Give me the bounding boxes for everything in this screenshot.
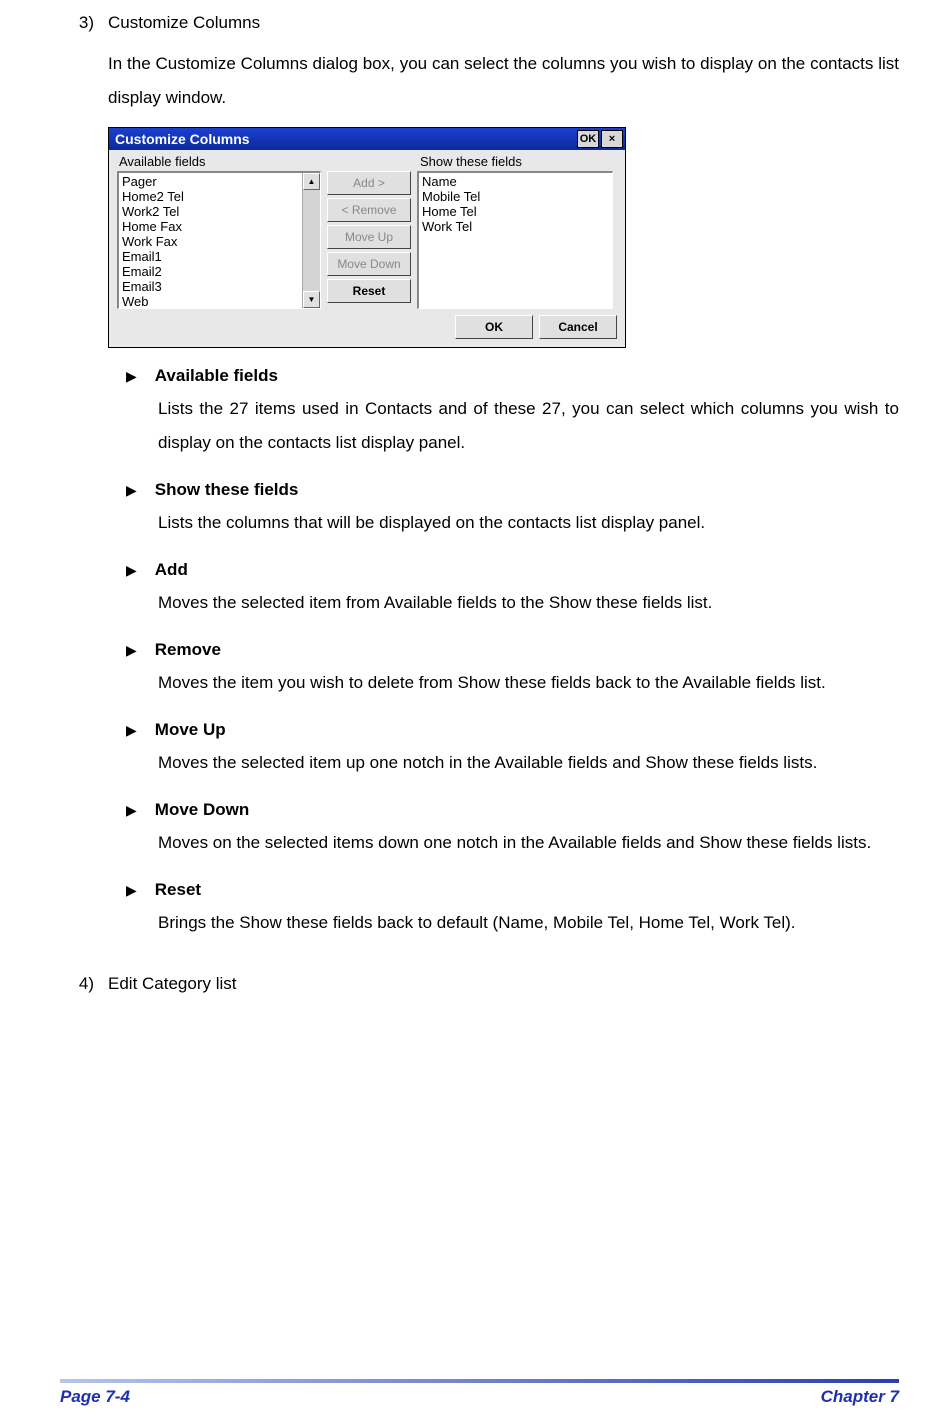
listbox-scrollbar[interactable]: ▲ ▼ <box>302 173 320 308</box>
bullet-title: Available fields <box>155 366 278 386</box>
section-3-title: Customize Columns <box>108 8 260 39</box>
show-fields-listbox[interactable]: Name Mobile Tel Home Tel Work Tel <box>417 171 613 309</box>
remove-button[interactable]: < Remove <box>327 198 411 222</box>
bullet-title: Show these fields <box>155 480 299 500</box>
triangle-bullet-icon: ▶ <box>126 483 137 497</box>
section-4-heading: 4) Edit Category list <box>60 974 899 994</box>
footer-chapter: Chapter 7 <box>821 1387 899 1407</box>
available-fields-label: Available fields <box>117 154 317 169</box>
section-4-number: 4) <box>70 974 94 994</box>
bullet-title: Move Up <box>155 720 226 740</box>
footer-divider <box>60 1379 899 1383</box>
bullet-title: Move Down <box>155 800 249 820</box>
page-footer: Page 7-4 Chapter 7 <box>0 1379 949 1407</box>
bullet-body: Moves the item you wish to delete from S… <box>158 666 899 700</box>
scroll-up-button[interactable]: ▲ <box>303 173 320 190</box>
list-item[interactable]: Pager <box>122 174 299 189</box>
bullet-section: ▶ Add Moves the selected item from Availab… <box>126 560 899 620</box>
list-item[interactable]: Work2 Tel <box>122 204 299 219</box>
bullet-section: ▶ Available fields Lists the 27 items used… <box>126 366 899 460</box>
list-item[interactable]: Home Fax <box>122 219 299 234</box>
titlebar-ok-button[interactable]: OK <box>577 130 599 148</box>
list-item[interactable]: Work Fax <box>122 234 299 249</box>
list-item[interactable]: Work Tel <box>422 219 609 234</box>
section-4-title: Edit Category list <box>108 974 237 994</box>
move-up-button[interactable]: Move Up <box>327 225 411 249</box>
triangle-bullet-icon: ▶ <box>126 563 137 577</box>
bullet-body: Moves the selected item from Available f… <box>158 586 899 620</box>
bullet-section: ▶ Show these fields Lists the columns that… <box>126 480 899 540</box>
bullet-section: ▶ Remove Moves the item you wish to delete… <box>126 640 899 700</box>
triangle-bullet-icon: ▶ <box>126 883 137 897</box>
bullet-section: ▶ Reset Brings the Show these fields back … <box>126 880 899 940</box>
triangle-bullet-icon: ▶ <box>126 803 137 817</box>
list-item[interactable]: Email2 <box>122 264 299 279</box>
section-3-number: 3) <box>70 8 94 39</box>
available-fields-listbox[interactable]: Pager Home2 Tel Work2 Tel Home Fax Work … <box>117 171 321 309</box>
triangle-bullet-icon: ▶ <box>126 643 137 657</box>
footer-page-number: Page 7-4 <box>60 1387 130 1407</box>
list-item[interactable]: Name <box>422 174 609 189</box>
list-item[interactable]: Email1 <box>122 249 299 264</box>
dialog-cancel-button[interactable]: Cancel <box>539 315 617 339</box>
dialog-title: Customize Columns <box>115 131 250 147</box>
bullet-section: ▶ Move Up Moves the selected item up one n… <box>126 720 899 780</box>
bullet-body: Lists the columns that will be displayed… <box>158 506 899 540</box>
bullet-title: Reset <box>155 880 201 900</box>
bullet-title: Remove <box>155 640 221 660</box>
dialog-ok-button[interactable]: OK <box>455 315 533 339</box>
dialog-titlebar: Customize Columns OK × <box>109 128 625 150</box>
triangle-bullet-icon: ▶ <box>126 369 137 383</box>
bullet-body: Lists the 27 items used in Contacts and … <box>158 392 899 460</box>
triangle-bullet-icon: ▶ <box>126 723 137 737</box>
add-button[interactable]: Add > <box>327 171 411 195</box>
list-item[interactable]: Home Tel <box>422 204 609 219</box>
list-item[interactable]: Mobile Tel <box>422 189 609 204</box>
bullet-section: ▶ Move Down Moves on the selected items do… <box>126 800 899 860</box>
list-item[interactable]: Email3 <box>122 279 299 294</box>
bullet-title: Add <box>155 560 188 580</box>
scroll-down-button[interactable]: ▼ <box>303 291 320 308</box>
customize-columns-dialog: Customize Columns OK × Available fields … <box>108 127 626 348</box>
list-item[interactable]: Web <box>122 294 299 308</box>
bullet-body: Moves on the selected items down one not… <box>158 826 899 860</box>
list-item[interactable]: Home2 Tel <box>122 189 299 204</box>
bullet-body: Moves the selected item up one notch in … <box>158 746 899 780</box>
bullet-body: Brings the Show these fields back to def… <box>158 906 899 940</box>
section-3-heading: 3) Customize Columns <box>60 8 899 39</box>
titlebar-close-button[interactable]: × <box>601 130 623 148</box>
reset-button[interactable]: Reset <box>327 279 411 303</box>
show-fields-label: Show these fields <box>317 154 522 169</box>
move-down-button[interactable]: Move Down <box>327 252 411 276</box>
section-3-intro: In the Customize Columns dialog box, you… <box>108 47 899 115</box>
